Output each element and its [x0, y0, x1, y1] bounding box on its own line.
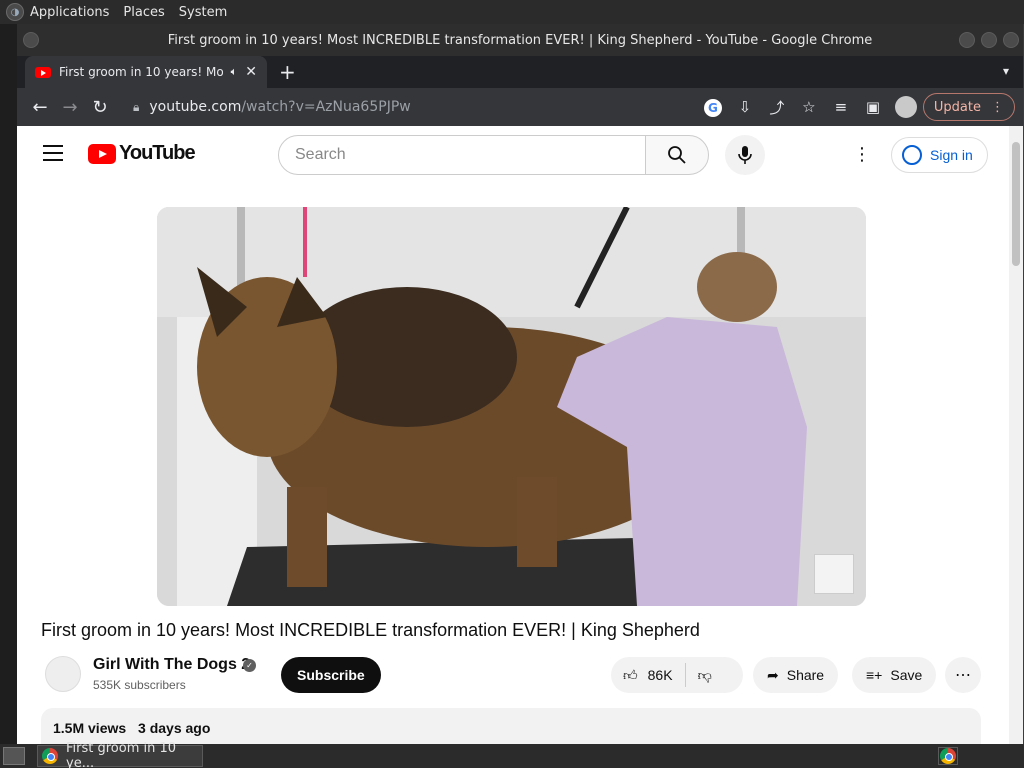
side-panel-icon[interactable]: ▣: [857, 98, 889, 116]
media-controls-icon[interactable]: ≡: [825, 98, 857, 116]
subscriber-count: 535K subscribers: [93, 678, 186, 692]
maximize-button[interactable]: [981, 32, 997, 48]
browser-tab[interactable]: First groom in 10 years! Mo 🔈︎ ✕: [25, 56, 267, 88]
save-label: Save: [890, 667, 923, 683]
verified-check-icon: ✓: [243, 659, 256, 672]
save-button[interactable]: ≡+ Save: [852, 657, 937, 693]
window-menu-button[interactable]: [23, 32, 39, 48]
menu-applications[interactable]: Applications: [30, 5, 109, 20]
description-box[interactable]: 1.5M views 3 days ago: [41, 708, 981, 744]
desktop-logo-icon[interactable]: ◑: [6, 3, 24, 21]
window-title: First groom in 10 years! Most INCREDIBLE…: [167, 32, 873, 48]
share-arrow-icon: ➦: [767, 666, 779, 683]
channel-avatar[interactable]: [45, 656, 81, 692]
tab-strip: First groom in 10 years! Mo 🔈︎ ✕ + ▾: [17, 56, 1023, 88]
browser-window: First groom in 10 years! Most INCREDIBLE…: [17, 24, 1023, 744]
desktop-background: [0, 24, 17, 744]
forward-button[interactable]: →: [55, 97, 85, 118]
speaker-icon[interactable]: 🔈︎: [231, 65, 238, 79]
window-titlebar[interactable]: First groom in 10 years! Most INCREDIBLE…: [17, 24, 1023, 56]
youtube-favicon-icon: [35, 66, 51, 78]
desktop-taskbar: First groom in 10 ye...: [0, 741, 1024, 768]
view-count: 1.5M views: [53, 720, 127, 736]
update-button[interactable]: Update ⋮: [922, 93, 1015, 121]
settings-kebab-icon[interactable]: ⋮: [853, 144, 871, 165]
desktop-top-panel: ◑ Applications Places System: [0, 0, 1024, 24]
microphone-icon: [738, 146, 752, 164]
back-button[interactable]: ←: [25, 97, 55, 118]
share-icon[interactable]: ⤴: [761, 97, 793, 118]
close-window-button[interactable]: [1003, 32, 1019, 48]
tab-title: First groom in 10 years! Mo: [59, 65, 223, 79]
url-path: /watch?v=AzNua65PJPw: [241, 99, 411, 115]
show-desktop-icon[interactable]: [3, 747, 25, 765]
ellipsis-icon: ⋯: [955, 667, 971, 684]
add-to-playlist-icon: ≡+: [866, 667, 883, 683]
voice-search-button[interactable]: [725, 135, 765, 175]
hamburger-menu-icon[interactable]: [43, 145, 63, 161]
install-icon[interactable]: ⇩: [729, 98, 761, 116]
video-frame: [157, 207, 866, 606]
address-bar[interactable]: 🔒︎ youtube.com /watch?v=AzNua65PJPw: [123, 92, 689, 122]
upload-date: 3 days ago: [138, 720, 211, 736]
channel-watermark[interactable]: [814, 554, 854, 594]
google-lens-icon[interactable]: G: [697, 98, 729, 117]
search-input[interactable]: Search: [278, 135, 646, 175]
like-button[interactable]: 👍︎ 86K: [611, 663, 686, 687]
more-actions-button[interactable]: ⋯: [945, 657, 981, 693]
menu-places[interactable]: Places: [123, 5, 164, 20]
dislike-button[interactable]: 👎︎: [686, 667, 724, 684]
taskbar-task-label: First groom in 10 ye...: [66, 741, 177, 768]
minimize-button[interactable]: [959, 32, 975, 48]
bookmark-star-icon[interactable]: ☆: [793, 98, 825, 116]
thumbs-down-icon: 👎︎: [697, 666, 712, 683]
youtube-page: YouTube Search ⋮ Sign in First groom in …: [17, 126, 1023, 744]
chrome-icon: [940, 748, 956, 764]
account-icon: [902, 145, 922, 165]
subscribe-button[interactable]: Subscribe: [281, 657, 381, 693]
close-icon[interactable]: ✕: [245, 64, 257, 80]
chevron-down-icon[interactable]: ▾: [1003, 64, 1009, 78]
url-host: youtube.com: [149, 99, 242, 115]
profile-avatar[interactable]: [894, 96, 917, 118]
channel-name[interactable]: Girl With The Dogs 2: [93, 656, 250, 674]
chrome-icon: [42, 748, 58, 764]
tray-chrome-icon[interactable]: [938, 747, 958, 765]
thumbs-up-icon: 👍︎: [623, 666, 638, 683]
reload-button[interactable]: ↻: [85, 97, 115, 118]
lock-icon[interactable]: 🔒︎: [133, 100, 139, 115]
like-count: 86K: [647, 667, 673, 683]
kebab-menu-icon: ⋮: [991, 99, 1004, 115]
video-title: First groom in 10 years! Most INCREDIBLE…: [41, 620, 700, 640]
new-tab-button[interactable]: +: [279, 60, 296, 84]
sign-in-button[interactable]: Sign in: [891, 137, 988, 173]
scrollbar-thumb[interactable]: [1012, 142, 1020, 266]
youtube-logo-text: YouTube: [119, 142, 196, 164]
share-label: Share: [786, 667, 825, 683]
share-button[interactable]: ➦ Share: [753, 657, 839, 693]
like-dislike-group: 👍︎ 86K 👎︎: [611, 657, 743, 693]
youtube-logo[interactable]: YouTube: [88, 142, 196, 165]
search-icon: [668, 146, 686, 164]
channel-row: Girl With The Dogs 2 ✓ 535K subscribers …: [41, 654, 991, 698]
youtube-header: YouTube Search ⋮ Sign in: [17, 126, 1023, 182]
taskbar-chrome-task[interactable]: First groom in 10 ye...: [37, 741, 203, 768]
menu-system[interactable]: System: [179, 5, 227, 20]
update-label: Update: [933, 99, 981, 115]
search-button[interactable]: [645, 135, 709, 175]
sign-in-label: Sign in: [930, 147, 973, 163]
youtube-play-icon: [88, 143, 116, 164]
video-player[interactable]: [157, 207, 866, 606]
browser-toolbar: ← → ↻ 🔒︎ youtube.com /watch?v=AzNua65PJP…: [17, 88, 1023, 126]
page-scrollbar[interactable]: [1009, 126, 1023, 744]
